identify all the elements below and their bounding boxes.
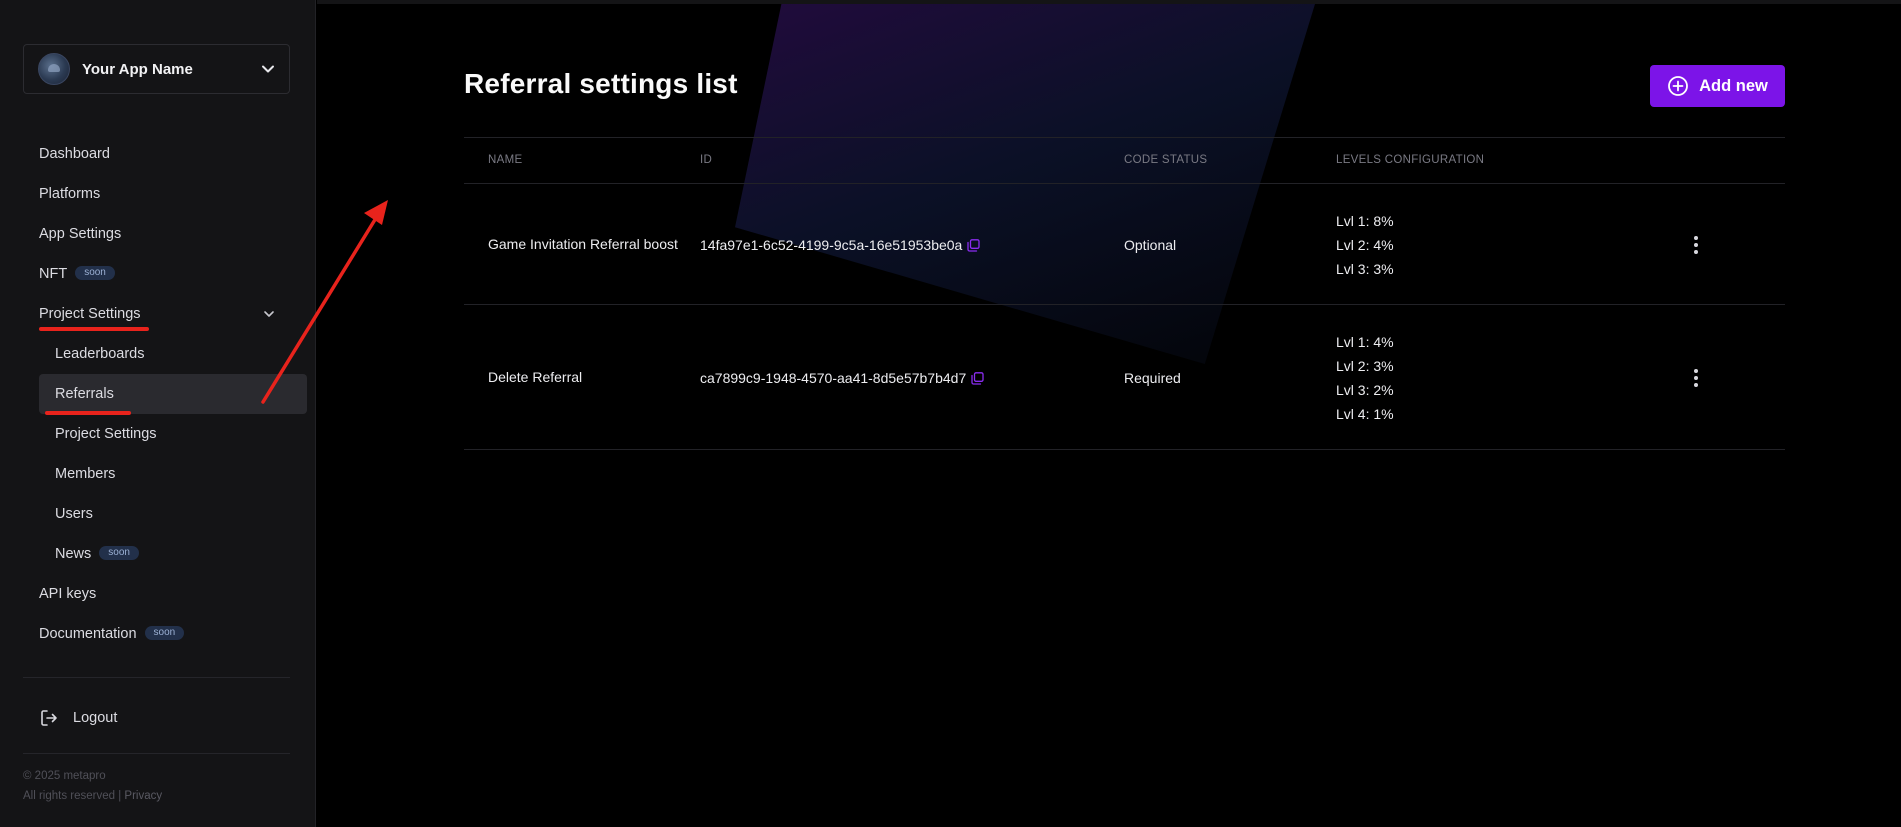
plus-circle-icon (1668, 76, 1689, 96)
level-item: Lvl 2: 3% (1336, 358, 1394, 374)
level-item: Lvl 1: 4% (1336, 334, 1394, 350)
more-options-icon[interactable] (1689, 367, 1703, 389)
level-item: Lvl 2: 4% (1336, 237, 1394, 253)
level-item: Lvl 3: 3% (1336, 261, 1394, 277)
sidebar-item-dashboard[interactable]: Dashboard (39, 134, 110, 174)
app-name: Your App Name (82, 60, 193, 78)
row-id-cell: ca7899c9-1948-4570-aa41-8d5e57b7b4d7 (700, 370, 984, 388)
app-selector[interactable]: Your App Name (23, 44, 290, 94)
rights-text: All rights reserved | (23, 790, 125, 802)
top-border (317, 0, 1901, 4)
sidebar-item-label: Leaderboards (55, 346, 145, 362)
sidebar-item-label: Members (55, 466, 116, 482)
page-title: Referral settings list (464, 68, 738, 99)
level-item: Lvl 1: 8% (1336, 213, 1394, 229)
row-status: Optional (1124, 237, 1177, 253)
sidebar-item-app-settings[interactable]: App Settings (39, 214, 121, 254)
add-new-button[interactable]: Add new (1650, 65, 1785, 107)
sidebar-item-label: Documentation (39, 626, 137, 642)
column-header-code-status: CODE STATUS (1124, 154, 1208, 166)
copyright-text: © 2025 metapro (23, 770, 106, 782)
sidebar-item-label: Project Settings (39, 306, 141, 322)
level-item: Lvl 3: 2% (1336, 382, 1394, 398)
sidebar-item-label: Platforms (39, 186, 101, 202)
table-divider (464, 183, 1785, 184)
sidebar-divider (23, 753, 290, 754)
sidebar-item-documentation[interactable]: Documentation soon (39, 614, 185, 654)
column-header-levels: LEVELS CONFIGURATION (1336, 154, 1485, 166)
row-id: ca7899c9-1948-4570-aa41-8d5e57b7b4d7 (700, 370, 967, 386)
row-name: Game Invitation Referral boost (488, 236, 678, 252)
privacy-link[interactable]: Privacy (124, 790, 162, 802)
sidebar-item-label: News (55, 546, 92, 562)
table-divider (464, 304, 1785, 305)
sidebar-item-label: API keys (39, 586, 97, 602)
footer-rights: All rights reserved | Privacy (23, 790, 162, 802)
sidebar-item-referrals[interactable]: Referrals (55, 374, 114, 414)
table-divider (464, 137, 1785, 138)
chevron-down-icon (261, 62, 275, 76)
sidebar-item-users[interactable]: Users (55, 494, 93, 534)
more-options-icon[interactable] (1689, 234, 1703, 256)
sidebar-item-label: Dashboard (39, 146, 110, 162)
logout-icon (41, 710, 57, 726)
row-status: Required (1124, 370, 1181, 386)
level-item: Lvl 4: 1% (1336, 406, 1394, 422)
sidebar-item-label: NFT (39, 266, 68, 282)
copy-icon[interactable] (971, 372, 984, 388)
row-name: Delete Referral (488, 369, 583, 385)
sidebar-item-label: Users (55, 506, 93, 522)
main-content: Referral settings list Add new NAME ID C… (317, 0, 1901, 827)
add-new-label: Add new (1699, 76, 1768, 95)
sidebar-divider (23, 677, 290, 678)
copy-icon[interactable] (967, 239, 980, 255)
soon-badge: soon (144, 626, 185, 641)
annotation-underline (39, 327, 149, 331)
column-header-id: ID (700, 154, 713, 166)
sidebar-item-label: App Settings (39, 226, 122, 242)
soon-badge: soon (75, 266, 115, 281)
row-id-cell: 14fa97e1-6c52-4199-9c5a-16e51953be0a (700, 237, 980, 255)
sidebar: Your App Name Dashboard Platforms App Se… (0, 0, 316, 827)
soon-badge: soon (99, 546, 139, 561)
sidebar-item-project-settings-sub[interactable]: Project Settings (55, 414, 157, 454)
chevron-down-icon[interactable] (262, 307, 276, 321)
sidebar-item-news[interactable]: News soon (55, 534, 139, 574)
logout-button[interactable]: Logout (39, 704, 117, 732)
sidebar-item-api-keys[interactable]: API keys (39, 574, 96, 614)
background-glow (735, 4, 1315, 364)
sidebar-item-platforms[interactable]: Platforms (39, 174, 100, 214)
column-header-name: NAME (488, 154, 523, 166)
sidebar-item-nft[interactable]: NFT soon (39, 254, 115, 294)
row-id: 14fa97e1-6c52-4199-9c5a-16e51953be0a (700, 237, 963, 253)
table-divider (464, 449, 1785, 450)
logout-label: Logout (73, 710, 118, 726)
sidebar-item-leaderboards[interactable]: Leaderboards (55, 334, 145, 374)
sidebar-item-label: Project Settings (55, 426, 157, 442)
sidebar-item-label: Referrals (55, 386, 114, 402)
app-avatar (38, 53, 70, 85)
sidebar-item-members[interactable]: Members (55, 454, 115, 494)
